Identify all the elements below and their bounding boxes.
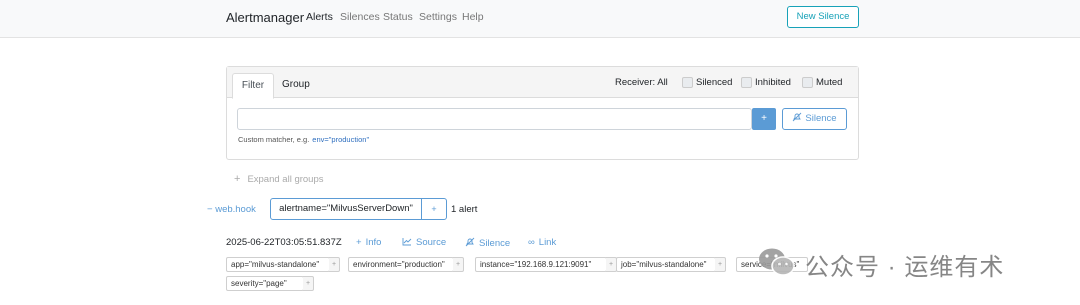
tab-filter[interactable]: Filter [232,73,274,99]
link-label: Link [538,237,557,248]
nav-status[interactable]: Status [383,11,413,23]
bell-slash-icon [465,237,475,247]
info-button[interactable]: + Info [356,237,381,248]
alert-label-environment[interactable]: environment="production" [348,257,454,272]
filter-input[interactable] [237,108,752,130]
expand-all-label: Expand all groups [247,174,324,185]
minus-icon: − [207,204,213,215]
new-silence-button[interactable]: New Silence [787,6,859,28]
inhibited-checkbox[interactable] [741,77,752,88]
label-add-button[interactable]: + [303,276,314,291]
plus-icon: + [234,173,241,185]
silence-filter-button[interactable]: Silence [782,108,847,130]
receiver-selector[interactable]: Receiver: All [615,77,668,88]
group-matcher-label[interactable]: alertname="MilvusServerDown" [270,198,422,220]
silence-alert-label: Silence [479,238,511,249]
alert-label-app[interactable]: app="milvus-standalone" [226,257,330,272]
link-icon: ∞ [528,237,535,248]
label-add-button[interactable]: + [715,257,726,272]
alert-label-severity[interactable]: severity="page" [226,276,304,291]
label-add-button[interactable]: + [329,257,340,272]
bell-slash-icon [793,112,802,122]
alert-count: 1 alert [451,204,478,215]
silence-filter-label: Silence [805,113,837,124]
alert-label-instance[interactable]: instance="192.168.9.121:9091" [475,257,607,272]
source-button[interactable]: Source [402,237,446,248]
matcher-hint-example: env="production" [312,135,370,144]
wechat-icon [759,248,795,276]
alert-label-job[interactable]: job="milvus-standalone" [616,257,716,272]
nav-alerts[interactable]: Alerts [306,11,333,23]
nav-help[interactable]: Help [462,11,484,23]
matcher-hint: Custom matcher, e.g. env="production" [238,135,369,144]
link-button[interactable]: ∞ Link [528,237,556,248]
add-filter-button[interactable]: + [752,108,776,130]
nav-silences[interactable]: Silences [340,11,380,23]
silenced-label: Silenced [696,77,733,88]
matcher-hint-text: Custom matcher, e.g. [238,135,310,144]
inhibited-label: Inhibited [755,77,791,88]
plus-icon: + [356,237,362,248]
label-add-button[interactable]: + [453,257,464,272]
alert-timestamp: 2025-06-22T03:05:51.837Z [226,237,342,248]
filter-card: Filter Group Receiver: All Silenced Inhi… [226,66,859,160]
silence-alert-button[interactable]: Silence [465,237,510,249]
group-receiver-label: web.hook [215,204,256,215]
watermark: 公众号 · 运维有术 [757,245,1057,281]
muted-checkbox[interactable] [802,77,813,88]
nav-settings[interactable]: Settings [419,11,457,23]
info-label: Info [365,237,382,248]
top-navbar: Alertmanager Alerts Silences Status Sett… [0,0,1080,38]
expand-all-groups[interactable]: + Expand all groups [234,173,324,185]
group-collapse-toggle[interactable]: − web.hook [207,204,256,215]
chart-line-icon [402,238,412,246]
tab-group[interactable]: Group [282,73,310,97]
muted-label: Muted [816,77,843,88]
brand-title[interactable]: Alertmanager [226,10,304,25]
source-label: Source [416,237,447,248]
watermark-text: 公众号 · 运维有术 [805,254,1005,281]
add-matcher-button[interactable]: + [421,198,447,220]
filter-card-header: Filter Group Receiver: All Silenced Inhi… [227,67,858,99]
silenced-checkbox[interactable] [682,77,693,88]
